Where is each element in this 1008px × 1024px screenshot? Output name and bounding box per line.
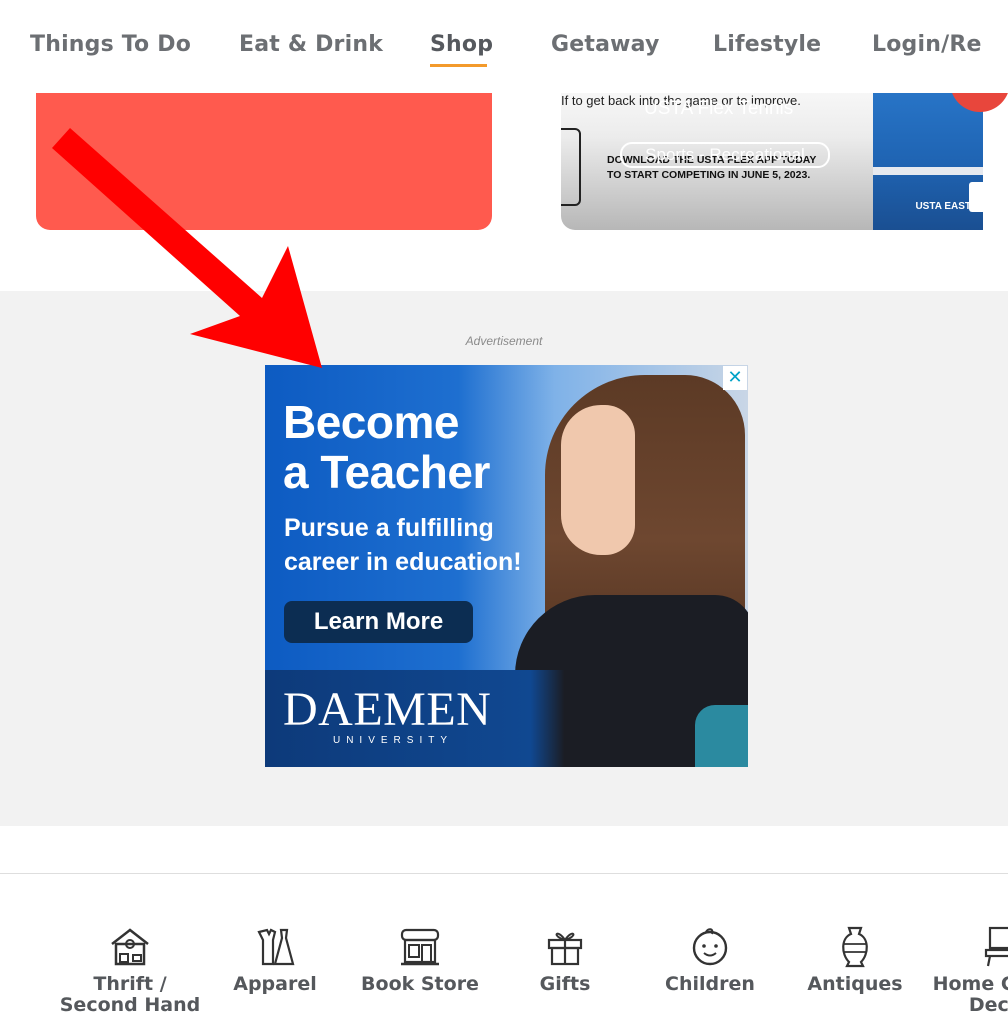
usta-category-tag[interactable]: Sports - Recreational [620,142,830,168]
category-gifts[interactable]: Gifts [490,924,640,995]
nav-eat-drink[interactable]: Eat & Drink [239,32,383,57]
usta-photo-band [873,167,983,175]
category-label: Apparel [233,973,317,995]
home-decor-icon [984,926,1008,967]
nav-lifestyle[interactable]: Lifestyle [713,32,821,57]
daemen-logo: DAEMEN [283,683,492,736]
category-label: Children [665,973,755,995]
ad-headline: Become a Teacher [283,397,490,497]
gift-icon [547,932,583,966]
baby-face-icon [692,928,728,966]
category-label: Book Store [361,973,479,995]
nav-active-underline [430,64,487,67]
nav-getaway[interactable]: Getaway [551,32,660,57]
learn-more-button[interactable]: Learn More [284,601,473,643]
close-ad-icon[interactable]: ✕ [723,366,747,390]
category-thrift[interactable]: Thrift / Second Hand [55,924,205,1016]
category-label: Thrift / Second Hand [59,973,201,1016]
nav-things-to-do[interactable]: Things To Do [30,32,191,57]
usta-download-line-2: TO START COMPETING IN JUNE 5, 2023. [607,169,811,181]
advertisement-section: Advertisement Become a Teacher Pursue a … [0,291,1008,826]
ad-headline-line-2: a Teacher [283,446,490,498]
category-children[interactable]: Children [635,924,785,995]
usta-card-title: USTA Flex Tennis [644,98,794,119]
ad-sub-line-2: career in education! [284,548,522,576]
category-label: Home Goods Decor [932,973,1008,1016]
nav-shop[interactable]: Shop [430,32,493,57]
nav-login-register[interactable]: Login/Re [872,32,982,57]
ad-sub-line-1: Pursue a fulfilling [284,514,494,542]
category-label: Gifts [539,973,591,995]
ad-subheadline: Pursue a fulfilling career in education! [284,511,584,579]
shop-categories: Thrift / Second Hand Apparel Book Store … [0,924,1008,1024]
top-nav: Things To Do Eat & Drink Shop Getaway Li… [0,0,1008,93]
category-book-store[interactable]: Book Store [345,924,495,995]
book-store-icon [400,928,440,966]
thrift-store-icon [111,928,149,966]
category-apparel[interactable]: Apparel [200,924,350,995]
advertisement-label: Advertisement [465,334,543,348]
category-antiques[interactable]: Antiques [780,924,930,995]
daemen-ad-banner[interactable]: Become a Teacher Pursue a fulfilling car… [265,365,748,767]
apparel-icon [257,928,295,966]
category-home-goods[interactable]: Home Goods Decor [925,924,1008,1016]
section-divider [0,873,1008,874]
vase-icon [842,926,868,968]
ad-headline-line-1: Become [283,396,459,448]
daemen-logo-subtitle: UNIVERSITY [332,735,453,746]
phone-outline-graphic [561,128,581,206]
usta-logo: USTA EAST [915,201,971,212]
category-label: Antiques [807,973,903,995]
chat-bubble-icon[interactable] [969,182,983,212]
